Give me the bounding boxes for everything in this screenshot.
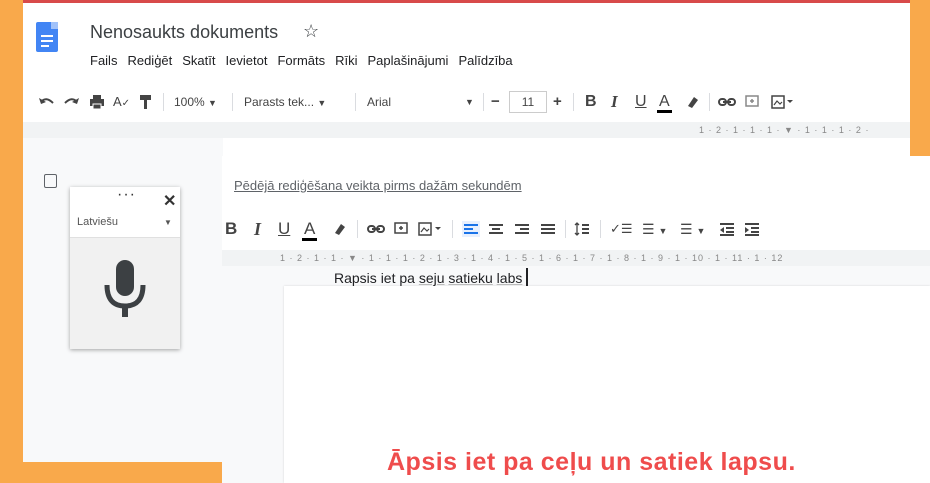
doc-word-underlined: labs [496, 270, 523, 286]
menu-bar: Fails Rediģēt Skatīt Ievietot Formāts Rī… [90, 53, 523, 68]
language-select[interactable]: Latviešu [77, 216, 118, 228]
text-cursor [526, 268, 528, 286]
menu-file[interactable]: Fails [90, 53, 117, 68]
menu-extensions[interactable]: Paplašinājumi [368, 53, 449, 68]
voice-typing-panel: ··· ✕ Latviešu ▼ [70, 186, 180, 349]
menu-format[interactable]: Formāts [277, 53, 325, 68]
highlight-icon[interactable] [685, 95, 699, 109]
docs-zoomed-view: Pēdējā rediģēšana veikta pirms dažām sek… [222, 156, 930, 483]
doc-word: iet [380, 270, 396, 286]
paint-format-icon[interactable] [139, 94, 153, 110]
style-value: Parasts tek... [244, 95, 315, 109]
line-spacing-icon[interactable] [574, 221, 590, 237]
doc-word: Rapsis [334, 270, 377, 286]
main-toolbar: A✓ 100% ▼ Parasts tek... ▼ Arial ▼ − 11 … [23, 88, 910, 116]
zoom-select[interactable]: 100% ▼ [174, 88, 217, 116]
ruler-top[interactable]: 1 · 2 · 1 · 1 · 1 · ▼ · 1 · 1 · 1 · 2 · [23, 122, 910, 138]
doc-word-underlined: seju [418, 270, 445, 286]
font-select[interactable]: Arial [367, 88, 391, 116]
menu-tools[interactable]: Rīki [335, 53, 357, 68]
font-size-increase[interactable]: + [553, 88, 562, 116]
bold-icon[interactable]: B [585, 88, 597, 116]
underline-icon[interactable]: U [278, 216, 290, 242]
menu-view[interactable]: Skatīt [182, 53, 215, 68]
link-icon[interactable] [718, 96, 736, 108]
undo-icon[interactable] [37, 95, 55, 109]
document-outline-icon[interactable] [44, 174, 57, 188]
link-icon[interactable] [367, 223, 385, 235]
checklist-icon[interactable]: ✓☰ [610, 216, 633, 242]
ruler-zoomed-marks: 1 · 2 · 1 · 1 · ▼ · 1 · 1 · 1 · 2 · 1 · … [280, 253, 784, 263]
font-dropdown-caret[interactable]: ▼ [465, 88, 474, 116]
document-title[interactable]: Nenosaukts dokuments [90, 22, 278, 43]
microphone-area[interactable] [70, 238, 180, 349]
insert-image-icon[interactable] [771, 95, 795, 109]
redo-icon[interactable] [63, 95, 81, 109]
comment-icon[interactable] [394, 222, 408, 236]
font-value: Arial [367, 95, 392, 109]
star-icon[interactable]: ☆ [303, 21, 319, 42]
ruler-top-marks: 1 · 2 · 1 · 1 · 1 · ▼ · 1 · 1 · 1 · 2 · [699, 125, 870, 135]
menu-edit[interactable]: Rediģēt [127, 53, 172, 68]
menu-insert[interactable]: Ievietot [226, 53, 268, 68]
text-color-icon[interactable]: A [657, 88, 672, 116]
italic-icon[interactable]: I [254, 216, 261, 242]
numbered-list-icon[interactable]: ☰ ▼ [680, 216, 705, 242]
print-icon[interactable] [89, 94, 105, 110]
menu-help[interactable]: Palīdzība [458, 53, 512, 68]
microphone-icon[interactable] [100, 258, 150, 328]
underline-icon[interactable]: U [635, 88, 647, 116]
decrease-indent-icon[interactable] [719, 221, 735, 237]
chevron-down-icon[interactable]: ▼ [164, 218, 172, 227]
doc-word-underlined: satieku [448, 270, 493, 286]
spellcheck-icon[interactable]: A✓ [113, 88, 130, 116]
close-icon[interactable]: ✕ [163, 191, 176, 211]
comment-icon[interactable] [745, 95, 759, 109]
align-right-icon[interactable] [514, 221, 530, 237]
window-top-edge [23, 0, 910, 3]
font-size-decrease[interactable]: − [491, 88, 500, 116]
format-toolbar-zoomed: B I U A ✓☰ ☰ ▼ ☰ ▼ [222, 216, 930, 242]
align-justify-icon[interactable] [540, 221, 556, 237]
left-sidebar: ··· ✕ Latviešu ▼ [23, 138, 223, 483]
more-options-icon[interactable]: ··· [117, 186, 136, 204]
font-size-input[interactable]: 11 [509, 91, 547, 113]
italic-icon[interactable]: I [611, 88, 618, 116]
style-select[interactable]: Parasts tek... ▼ [244, 88, 326, 116]
caption-text: Āpsis iet pa ceļu un satiek lapsu. [387, 448, 796, 476]
bulleted-list-icon[interactable]: ☰ ▼ [642, 216, 667, 242]
text-color-icon[interactable]: A [302, 216, 317, 242]
align-center-icon[interactable] [488, 221, 504, 237]
doc-word: pa [399, 270, 415, 286]
ruler-zoomed[interactable]: 1 · 2 · 1 · 1 · ▼ · 1 · 1 · 1 · 2 · 1 · … [222, 250, 930, 266]
insert-image-icon[interactable] [418, 222, 444, 236]
highlight-icon[interactable] [332, 222, 346, 236]
bold-icon[interactable]: B [225, 216, 237, 242]
document-body-text[interactable]: Rapsis iet pa seju satieku labs [334, 268, 528, 286]
increase-indent-icon[interactable] [744, 221, 760, 237]
google-docs-logo-icon[interactable] [36, 22, 58, 52]
last-edit-link[interactable]: Pēdējā rediģēšana veikta pirms dažām sek… [234, 178, 522, 193]
zoom-value: 100% [174, 95, 205, 109]
align-left-icon[interactable] [462, 221, 480, 237]
background-strip [0, 462, 222, 483]
